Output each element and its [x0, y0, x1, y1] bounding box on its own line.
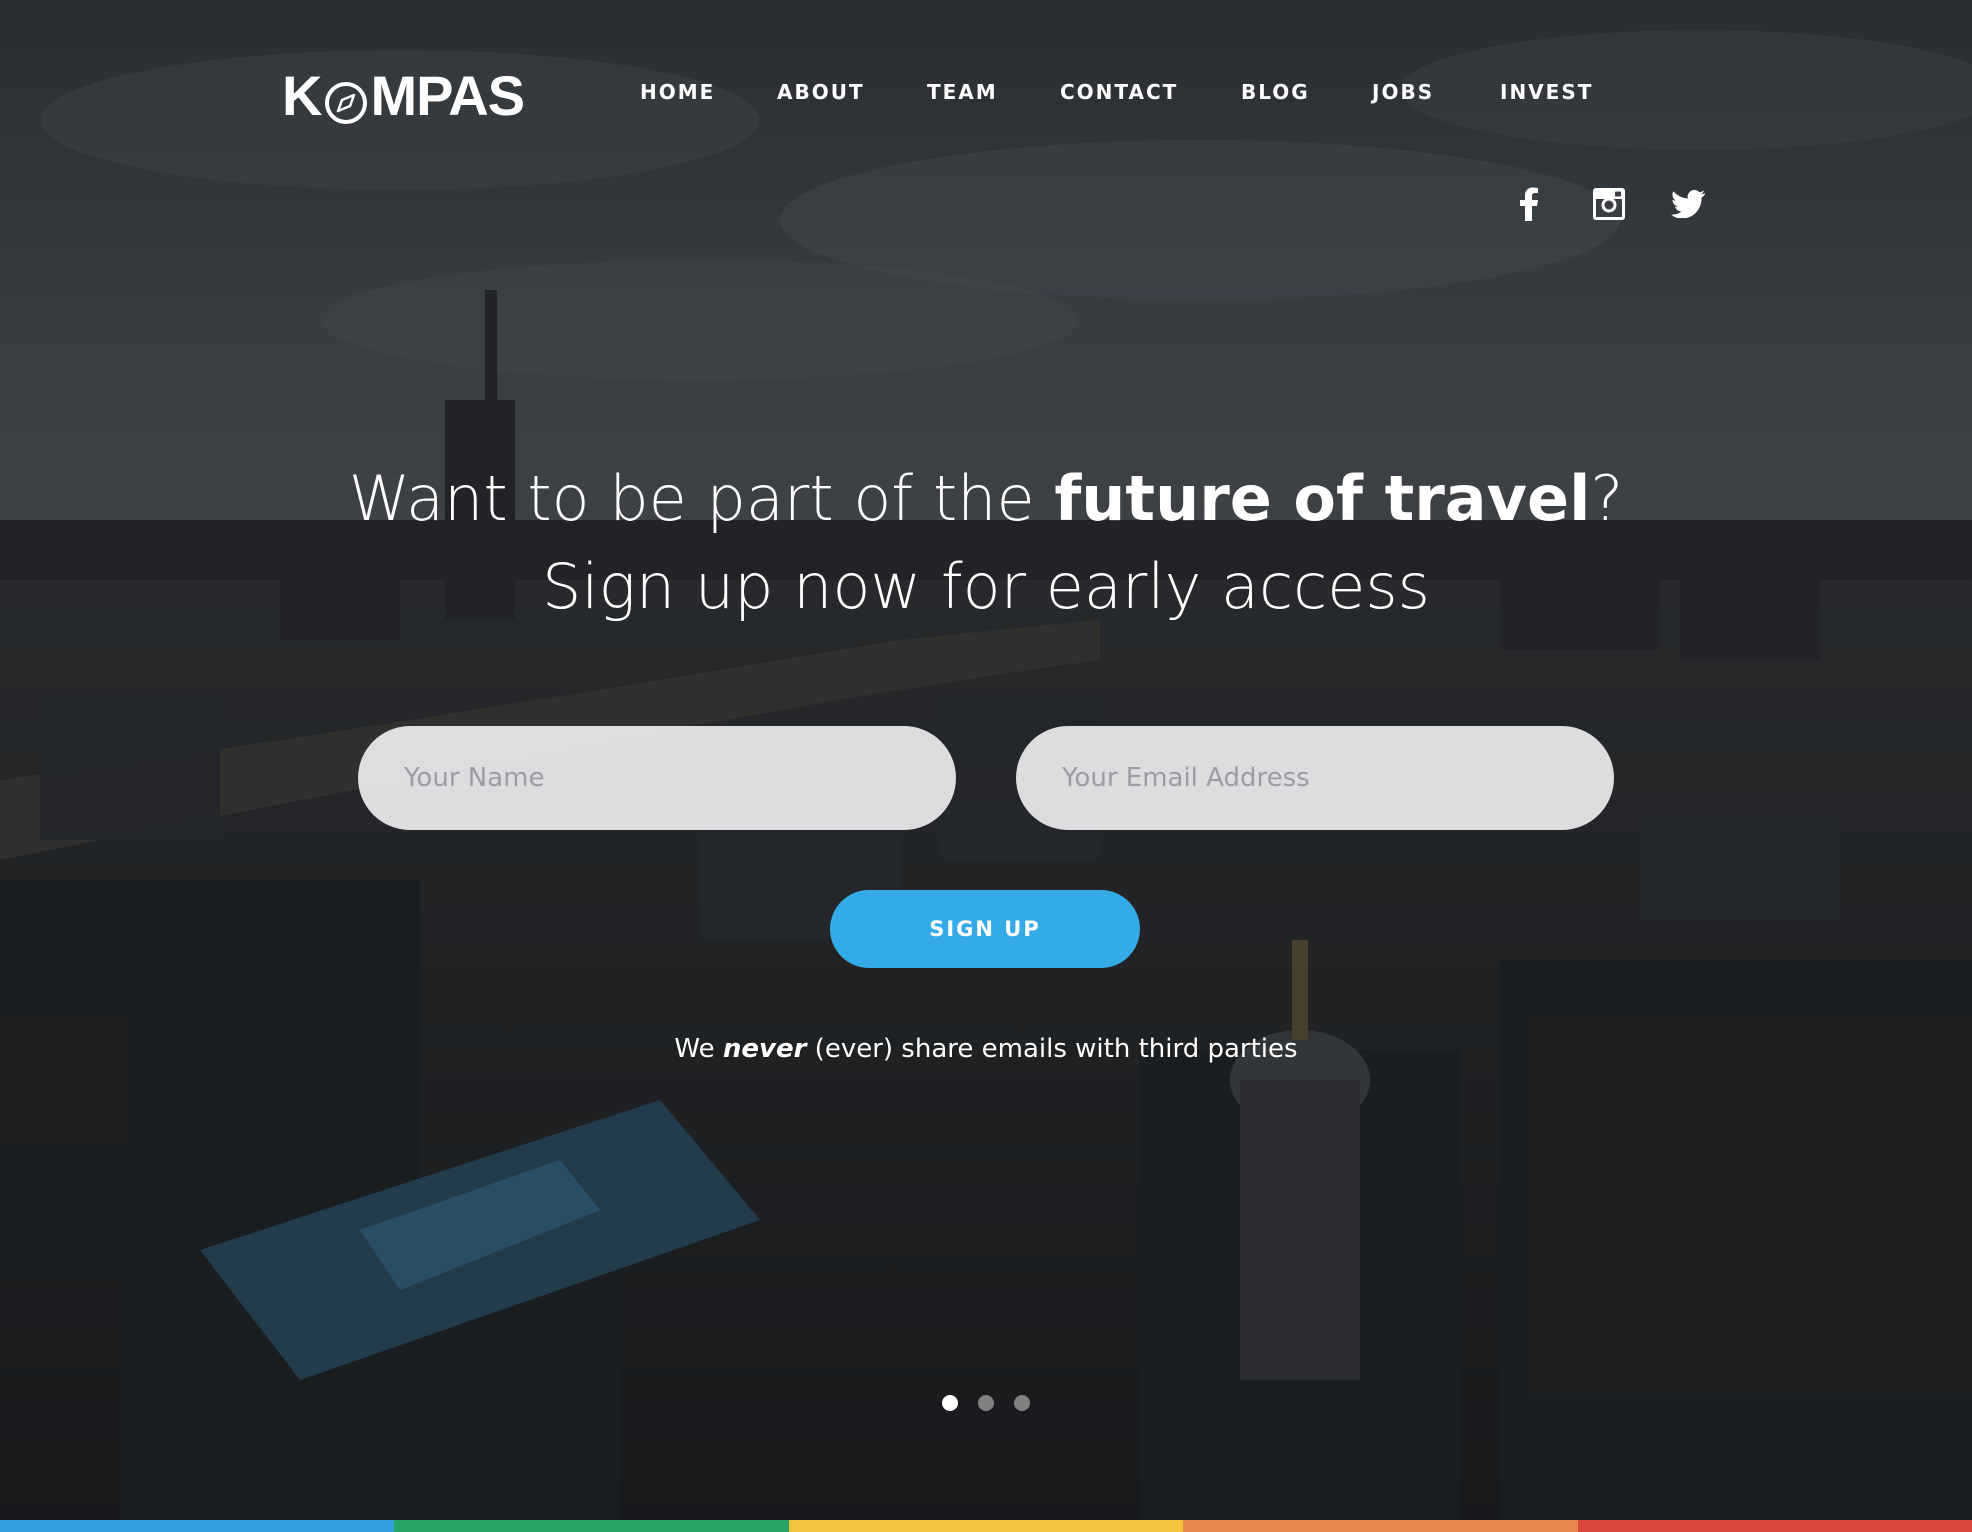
color-bar-segment	[788, 1520, 1184, 1532]
color-bar-segment	[1577, 1520, 1972, 1532]
headline-emphasis: future of travel	[1054, 462, 1591, 535]
privacy-text-pre: We	[674, 1034, 723, 1064]
headline-text-post: ?	[1590, 462, 1624, 535]
facebook-icon[interactable]	[1511, 186, 1547, 222]
color-bar-segment	[0, 1520, 395, 1532]
logo-text-suffix: MPAS	[370, 63, 525, 127]
carousel-dot-1[interactable]	[942, 1395, 958, 1411]
logo-text-prefix: K	[282, 63, 322, 127]
nav-item-home[interactable]: HOME	[640, 80, 715, 104]
carousel-dot-2[interactable]	[978, 1395, 994, 1411]
email-input[interactable]	[1016, 726, 1614, 830]
headline-line-2: Sign up now for early access	[542, 550, 1430, 623]
headline-text-pre: Want to be part of the	[348, 462, 1055, 535]
twitter-icon[interactable]	[1670, 186, 1706, 222]
nav-item-invest[interactable]: INVEST	[1500, 80, 1593, 104]
brand-logo[interactable]: K MPAS	[282, 64, 525, 127]
nav-item-about[interactable]: ABOUT	[777, 80, 865, 104]
nav-item-team[interactable]: TEAM	[927, 80, 998, 104]
privacy-emphasis: never	[722, 1034, 807, 1064]
color-bar-segment	[394, 1520, 789, 1532]
privacy-note: We never (ever) share emails with third …	[0, 1034, 1972, 1064]
privacy-text-post: (ever) share emails with third parties	[806, 1034, 1298, 1064]
hero-headline: Want to be part of the future of travel?…	[0, 455, 1972, 631]
background-overlay	[0, 0, 1972, 1532]
name-input[interactable]	[358, 726, 956, 830]
nav-item-blog[interactable]: BLOG	[1241, 80, 1310, 104]
nav-item-contact[interactable]: CONTACT	[1060, 80, 1178, 104]
hero-section: K MPAS HOME ABOUT TEAM CONTACT BLOG JOBS…	[0, 0, 1972, 1532]
signup-button[interactable]: SIGN UP	[830, 890, 1140, 968]
bottom-color-bar	[0, 1520, 1972, 1532]
headline-line-1: Want to be part of the future of travel?	[0, 455, 1972, 543]
carousel-dots	[0, 1395, 1972, 1413]
nav-item-jobs[interactable]: JOBS	[1372, 80, 1434, 104]
color-bar-segment	[1183, 1520, 1578, 1532]
instagram-icon[interactable]	[1591, 186, 1627, 222]
compass-icon	[324, 73, 368, 124]
carousel-dot-3[interactable]	[1014, 1395, 1030, 1411]
